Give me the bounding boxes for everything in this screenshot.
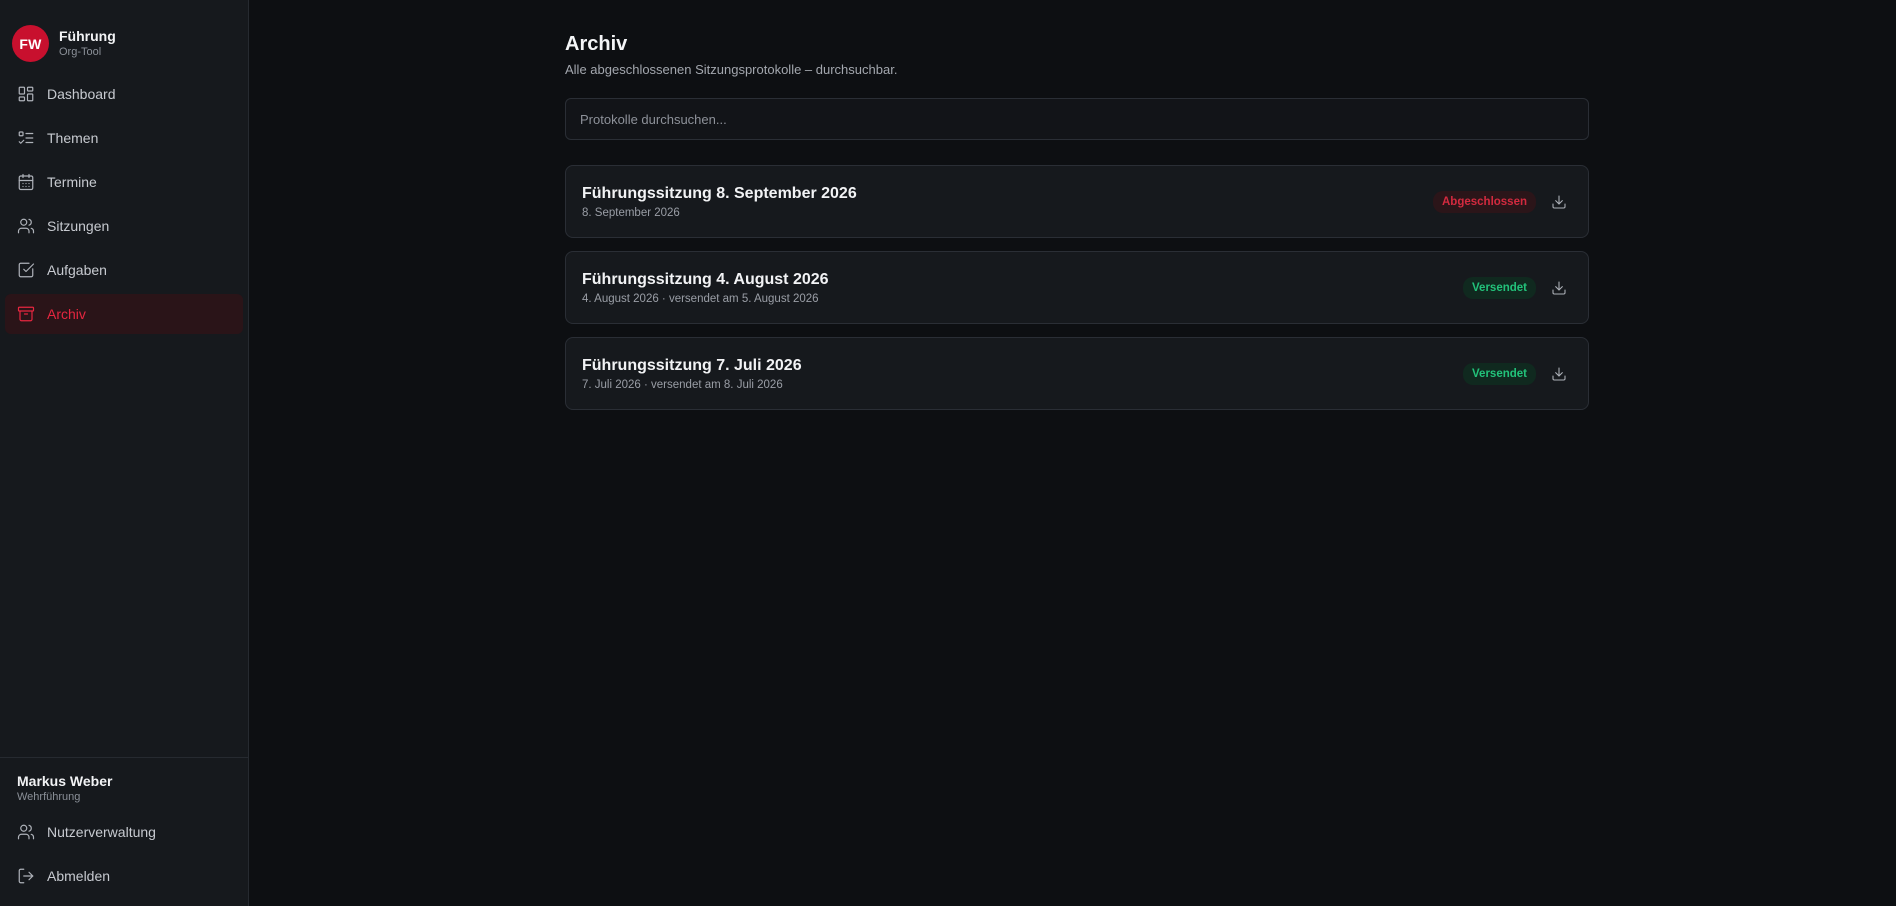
- download-button[interactable]: [1546, 275, 1572, 301]
- protocol-title: Führungssitzung 7. Juli 2026: [582, 356, 802, 374]
- user-name: Markus Weber: [17, 773, 113, 789]
- sidebar-item-sitzungen[interactable]: Sitzungen: [5, 206, 243, 246]
- users-icon: [17, 217, 35, 235]
- download-icon: [1552, 366, 1566, 381]
- status-badge: Abgeschlossen: [1433, 190, 1536, 213]
- download-button[interactable]: [1546, 189, 1572, 215]
- checkbox-icon: [17, 261, 35, 279]
- protocol-info: Führungssitzung 7. Juli 2026 7. Juli 202…: [582, 356, 802, 392]
- user-info: Markus Weber Wehrführung: [0, 772, 248, 812]
- sidebar-item-label: Archiv: [47, 306, 86, 322]
- app-root: FW Führung Org-Tool Dashboard Themen Ter…: [0, 0, 1896, 906]
- footer-nav: Nutzerverwaltung Abmelden: [0, 812, 248, 906]
- protocol-list: Führungssitzung 8. September 2026 8. Sep…: [565, 165, 1589, 410]
- search-box: [565, 98, 1589, 140]
- protocol-info: Führungssitzung 4. August 2026 4. August…: [582, 270, 829, 306]
- archive-page: Archiv Alle abgeschlossenen Sitzungsprot…: [565, 32, 1589, 423]
- sidebar-item-archiv[interactable]: Archiv: [5, 294, 243, 334]
- protocol-card[interactable]: Führungssitzung 8. September 2026 8. Sep…: [565, 165, 1589, 238]
- dashboard-icon: [17, 85, 35, 103]
- sidebar-item-termine[interactable]: Termine: [5, 162, 243, 202]
- protocol-meta: 4. August 2026 · versendet am 5. August …: [582, 292, 819, 305]
- search-input[interactable]: [580, 111, 1574, 127]
- download-icon: [1552, 280, 1566, 295]
- protocol-actions: Abgeschlossen: [1433, 189, 1572, 215]
- logout-icon: [17, 867, 35, 885]
- status-badge: Versendet: [1463, 362, 1536, 385]
- sidebar-item-label: Termine: [47, 174, 97, 190]
- brand-text: Führung Org-Tool: [59, 28, 116, 59]
- calendar-icon: [17, 173, 35, 191]
- protocol-meta: 8. September 2026: [582, 206, 680, 219]
- sidebar: FW Führung Org-Tool Dashboard Themen Ter…: [0, 0, 249, 906]
- sidebar-item-themen[interactable]: Themen: [5, 118, 243, 158]
- archive-icon: [17, 305, 35, 323]
- sidebar-nav: Dashboard Themen Termine Sitzungen Aufga…: [0, 74, 248, 338]
- protocol-card[interactable]: Führungssitzung 4. August 2026 4. August…: [565, 251, 1589, 324]
- sidebar-item-label: Themen: [47, 130, 99, 146]
- protocol-info: Führungssitzung 8. September 2026 8. Sep…: [582, 184, 857, 220]
- sidebar-item-dashboard[interactable]: Dashboard: [5, 74, 243, 114]
- list-checks-icon: [17, 129, 35, 147]
- protocol-actions: Versendet: [1463, 275, 1572, 301]
- page-subtitle: Alle abgeschlossenen Sitzungsprotokolle …: [565, 62, 898, 77]
- status-badge: Versendet: [1463, 276, 1536, 299]
- protocol-card[interactable]: Führungssitzung 7. Juli 2026 7. Juli 202…: [565, 337, 1589, 410]
- protocol-title: Führungssitzung 8. September 2026: [582, 184, 857, 202]
- protocol-actions: Versendet: [1463, 361, 1572, 387]
- download-button[interactable]: [1546, 361, 1572, 387]
- logout-button[interactable]: Abmelden: [5, 856, 243, 896]
- brand-logo: FW: [12, 25, 49, 62]
- download-icon: [1552, 194, 1566, 209]
- user-role: Wehrführung: [17, 791, 81, 803]
- protocol-title: Führungssitzung 4. August 2026: [582, 270, 829, 288]
- brand-name: Führung: [59, 28, 116, 44]
- sidebar-item-label: Nutzerverwaltung: [47, 824, 156, 840]
- brand-subtitle: Org-Tool: [59, 46, 102, 58]
- brand: FW Führung Org-Tool: [0, 0, 248, 70]
- sidebar-footer: Markus Weber Wehrführung Nutzerverwaltun…: [0, 757, 248, 906]
- sidebar-item-nutzerverwaltung[interactable]: Nutzerverwaltung: [5, 812, 243, 852]
- protocol-meta: 7. Juli 2026 · versendet am 8. Juli 2026: [582, 378, 783, 391]
- sidebar-item-label: Aufgaben: [47, 262, 107, 278]
- page-title: Archiv: [565, 33, 628, 55]
- sidebar-item-label: Abmelden: [47, 868, 111, 884]
- sidebar-item-aufgaben[interactable]: Aufgaben: [5, 250, 243, 290]
- main-content: Archiv Alle abgeschlossenen Sitzungsprot…: [249, 0, 1896, 906]
- sidebar-item-label: Dashboard: [47, 86, 116, 102]
- sidebar-item-label: Sitzungen: [47, 218, 110, 234]
- users-icon: [17, 823, 35, 841]
